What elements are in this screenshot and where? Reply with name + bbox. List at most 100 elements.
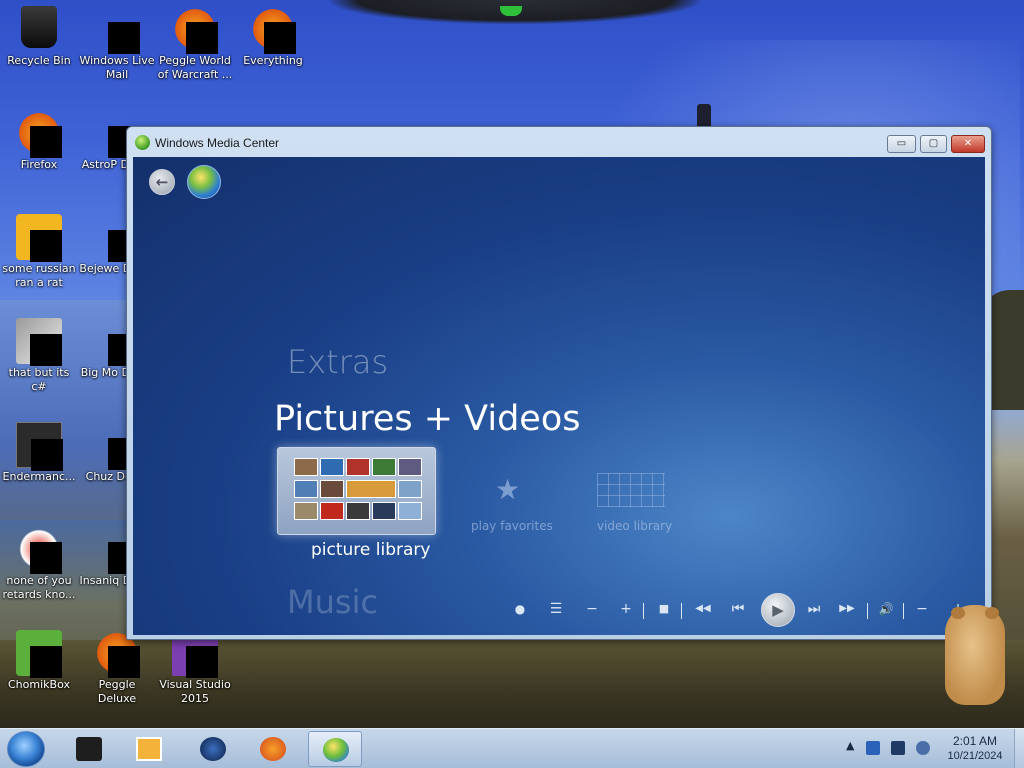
- desktop-icon-label: Windows Live Mail: [79, 54, 155, 81]
- picture-library-tile[interactable]: [277, 447, 436, 535]
- divider: [681, 603, 682, 619]
- taskbar: ▲ 2:01 AM 10/21/2024: [0, 728, 1024, 768]
- record-button[interactable]: ●: [509, 601, 531, 617]
- desktop-icon-label: Peggle World of Warcraft ...: [157, 54, 233, 81]
- media-center-window[interactable]: Windows Media Center ▭ ▢ ✕ ← Extras Pict…: [126, 126, 992, 640]
- desktop-icon-label: Peggle Deluxe: [97, 678, 137, 705]
- top-gadget-bar: [330, 0, 700, 24]
- window-title: Windows Media Center: [155, 136, 280, 150]
- desktop-icon-label: ChomikBox: [8, 678, 70, 691]
- play-button[interactable]: ▶: [761, 593, 795, 627]
- transport-controls: ● ☰ − + ■ ◀◀ ⏮ ▶ ⏭ ▶▶ 🔊 − +: [505, 593, 983, 629]
- desktop-icon-label: some russian ran a rat: [2, 262, 76, 289]
- visual-studio-icon: [186, 646, 218, 678]
- lighthouse-icon: [697, 104, 711, 128]
- next-button[interactable]: ⏭: [803, 601, 825, 617]
- tray-expand-arrow[interactable]: ▲: [846, 739, 854, 752]
- desktop-icon-russian-rat[interactable]: some russian ran a rat: [0, 208, 78, 290]
- divider: [643, 603, 644, 619]
- clock-date[interactable]: 10/21/2024: [940, 750, 1010, 762]
- thumbnail: [346, 502, 370, 520]
- thumbnail: [398, 502, 422, 520]
- desktop-icon-label: Visual Studio 2015: [159, 678, 231, 705]
- taskbar-item-media-player[interactable]: [122, 731, 176, 767]
- rewind-button[interactable]: ◀◀: [689, 601, 717, 617]
- copy-stack-icon: [30, 334, 62, 366]
- opera-icon: [30, 542, 62, 574]
- tray-display-icon[interactable]: [891, 741, 905, 755]
- taskbar-item-firefox[interactable]: [246, 731, 300, 767]
- desktop-icon-firefox[interactable]: Firefox: [0, 104, 78, 172]
- thumbnail: [398, 458, 422, 476]
- guide-button[interactable]: ☰: [545, 601, 567, 617]
- menu-music[interactable]: Music: [287, 583, 378, 621]
- media-player-icon: [136, 737, 162, 761]
- desktop-icon-label: Everything: [243, 54, 303, 67]
- tray-network-icon[interactable]: [866, 741, 880, 755]
- desktop-icon-label: none of you retards kno...: [2, 574, 76, 601]
- start-orb-button[interactable]: [187, 165, 221, 199]
- desktop-icon-recycle-bin[interactable]: Recycle Bin: [0, 0, 78, 68]
- firefox-icon: [30, 126, 62, 158]
- media-center-icon: [135, 135, 150, 150]
- stop-button[interactable]: ■: [653, 601, 675, 617]
- desktop-icon-opera[interactable]: none of you retards kno...: [0, 520, 78, 602]
- desktop-icon-peggle-wow[interactable]: Peggle World of Warcraft ...: [156, 0, 234, 82]
- mute-button[interactable]: 🔊: [875, 601, 897, 617]
- yellow-app-icon: [30, 230, 62, 262]
- divider: [867, 603, 868, 619]
- everything-search-icon: [264, 22, 296, 54]
- desktop-icon-label: Recycle Bin: [7, 54, 71, 67]
- globe-icon: [200, 737, 226, 761]
- previous-button[interactable]: ⏮: [727, 601, 749, 617]
- clock-time[interactable]: 2:01 AM: [945, 734, 1005, 748]
- start-button[interactable]: [7, 731, 45, 767]
- chomikbox-icon: [30, 646, 62, 678]
- maximize-button[interactable]: ▢: [920, 135, 947, 153]
- hamster-gadget: [945, 605, 1005, 705]
- star-icon[interactable]: ★: [495, 473, 520, 506]
- desktop-icon-label: that but its c#: [8, 366, 70, 393]
- video-library-label[interactable]: video library: [597, 519, 672, 533]
- desktop-icon-endermanc[interactable]: Endermanc...: [0, 416, 78, 484]
- divider: [903, 603, 904, 619]
- firefox-icon: [260, 737, 286, 761]
- thumbnail: [320, 480, 344, 498]
- desktop-icon-label: Endermanc...: [2, 470, 76, 483]
- windows-live-mail-icon: [108, 22, 140, 54]
- desktop-icon-that-but-c[interactable]: that but its c#: [0, 312, 78, 394]
- terminal-icon: [31, 439, 63, 471]
- tray-volume-icon[interactable]: [916, 741, 930, 755]
- thumbnail: [294, 502, 318, 520]
- thumbnail: [320, 458, 344, 476]
- peggle-icon: [108, 646, 140, 678]
- hamster-ear: [985, 607, 999, 619]
- thumbnail: [320, 502, 344, 520]
- thumbnail: [372, 458, 396, 476]
- media-center-content: ← Extras Pictures + Videos picture libra…: [133, 157, 985, 635]
- thumbnail: [294, 458, 318, 476]
- desktop-icon-everything[interactable]: Everything: [234, 0, 312, 68]
- thumbnail: [398, 480, 422, 498]
- taskbar-item-media-center[interactable]: [308, 731, 362, 767]
- channel-down-button[interactable]: −: [581, 601, 603, 617]
- back-button[interactable]: ←: [149, 169, 175, 195]
- video-grid-icon[interactable]: [597, 473, 665, 507]
- taskbar-item-globe[interactable]: [186, 731, 240, 767]
- play-favorites-label[interactable]: play favorites: [471, 519, 553, 533]
- menu-pictures-videos[interactable]: Pictures + Videos: [274, 399, 580, 439]
- close-button[interactable]: ✕: [951, 135, 985, 153]
- window-titlebar[interactable]: Windows Media Center ▭ ▢ ✕: [127, 127, 991, 157]
- picture-library-label[interactable]: picture library: [311, 540, 430, 560]
- desktop-icon-windows-live-mail[interactable]: Windows Live Mail: [78, 0, 156, 82]
- taskbar-item-explorer[interactable]: [62, 731, 116, 767]
- fast-forward-button[interactable]: ▶▶: [833, 601, 861, 617]
- thumbnail: [372, 502, 396, 520]
- volume-down-button[interactable]: −: [911, 601, 933, 617]
- menu-extras[interactable]: Extras: [287, 343, 388, 381]
- minimize-button[interactable]: ▭: [887, 135, 916, 153]
- thumbnail: [346, 480, 396, 498]
- desktop-icon-chomikbox[interactable]: ChomikBox: [0, 624, 78, 692]
- channel-up-button[interactable]: +: [615, 601, 637, 617]
- show-desktop-button[interactable]: [1014, 729, 1024, 768]
